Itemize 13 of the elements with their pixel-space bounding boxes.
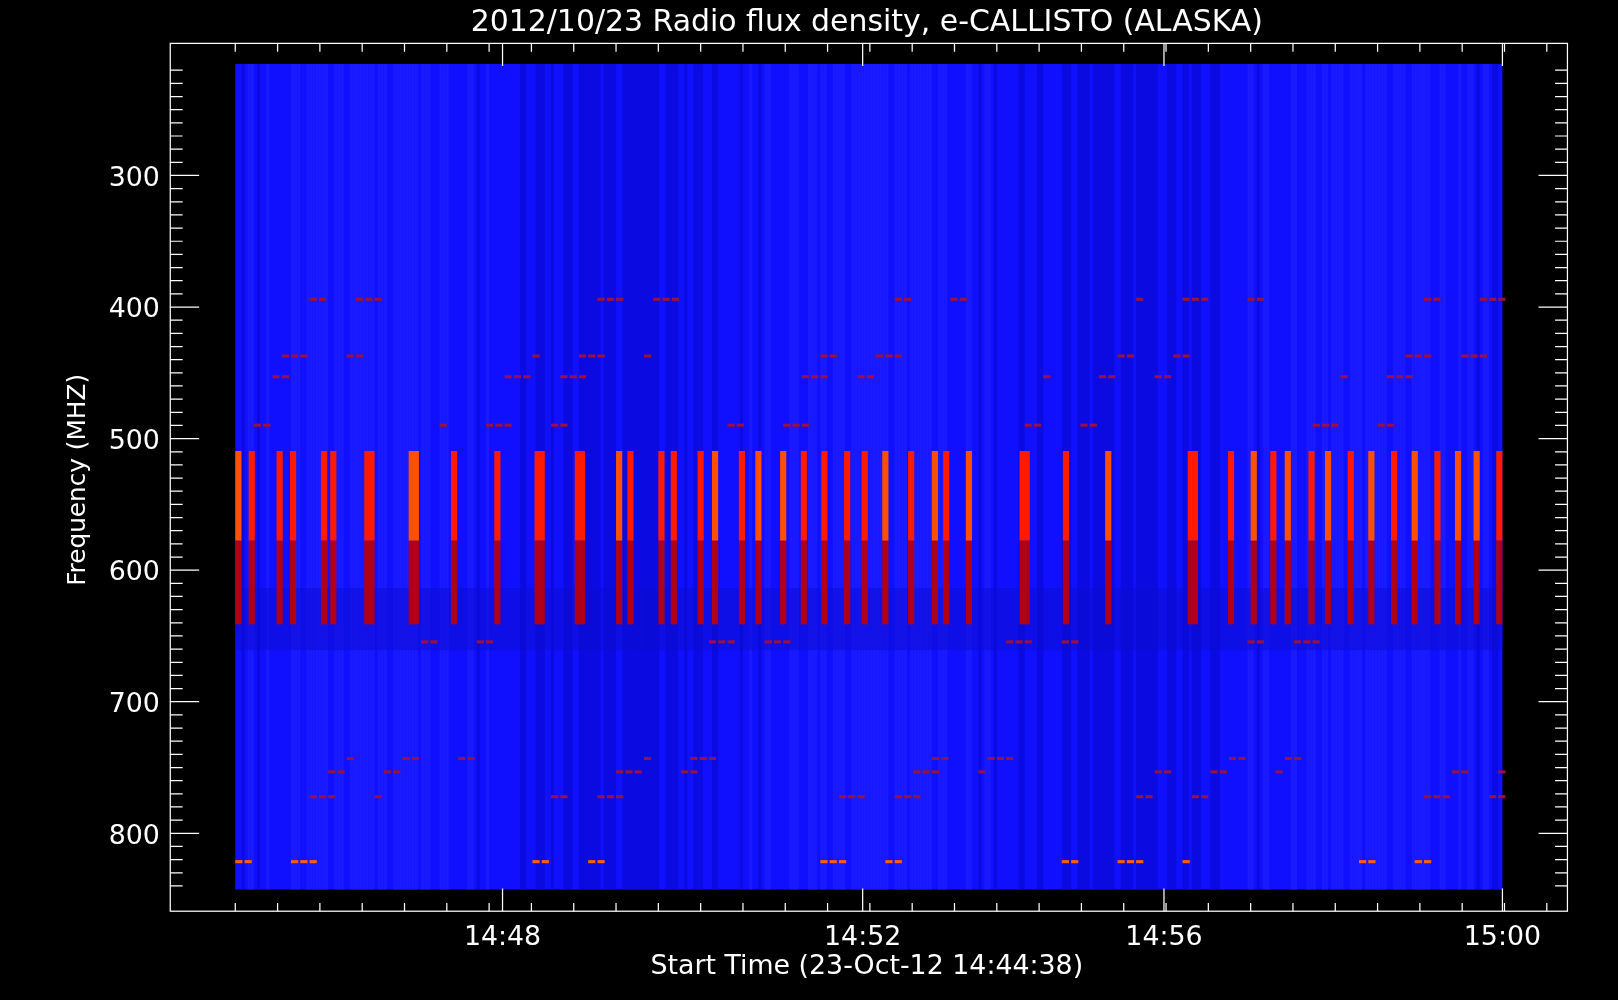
- x-tick-label: 14:56: [1125, 920, 1203, 952]
- chart-title: 2012/10/23 Radio flux density, e-CALLISTO (ALASKA): [470, 3, 1263, 38]
- x-axis-label: Start Time (23-Oct-12 14:44:38): [650, 949, 1084, 981]
- y-tick-label: 300: [108, 160, 160, 192]
- x-tick-label: 15:00: [1463, 920, 1542, 952]
- x-tick-label: 14:48: [463, 920, 542, 952]
- x-tick-label: 14:52: [824, 920, 902, 952]
- y-axis-label: Frequency (MHZ): [61, 373, 91, 586]
- y-tick-label: 800: [108, 818, 160, 850]
- y-tick-label: 600: [108, 555, 160, 587]
- y-tick-label: 500: [108, 423, 160, 455]
- y-tick-label: 400: [108, 292, 160, 324]
- y-tick-label: 700: [108, 687, 160, 719]
